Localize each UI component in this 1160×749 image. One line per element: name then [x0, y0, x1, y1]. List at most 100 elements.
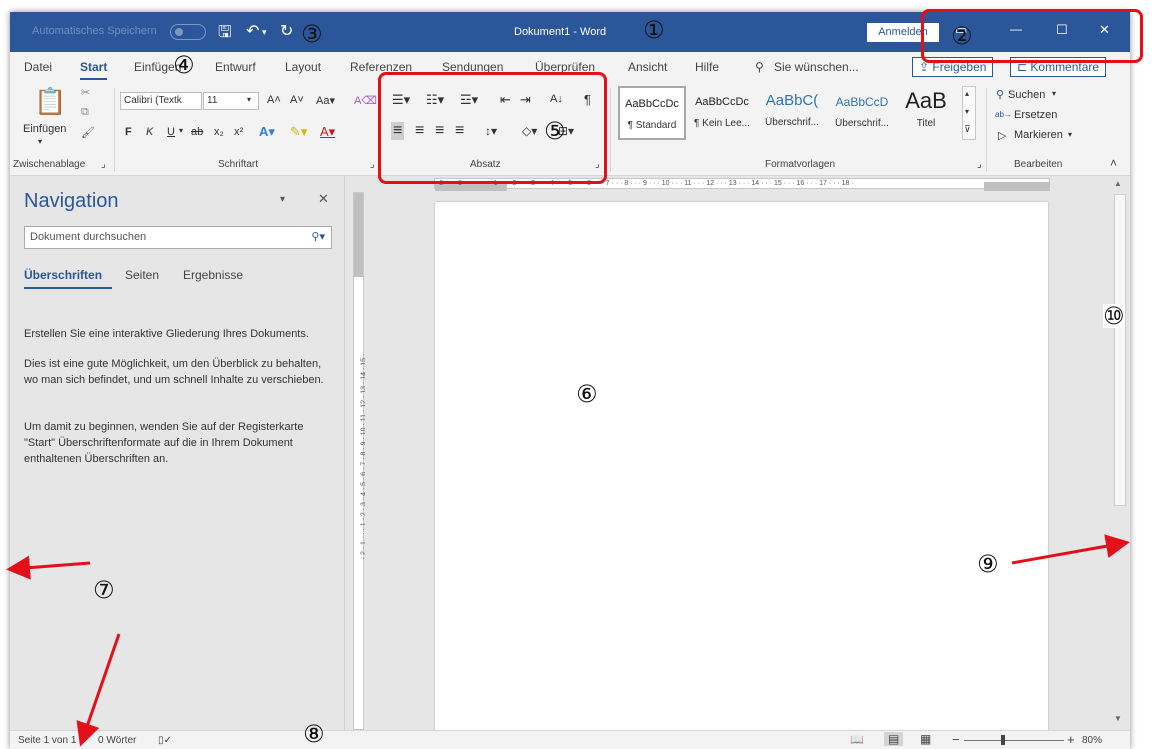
- tell-me-input[interactable]: Sie wünschen...: [774, 60, 859, 74]
- find-dropdown-icon[interactable]: ▾: [1052, 89, 1056, 98]
- navigation-search-input[interactable]: Dokument durchsuchen ⚲▾: [24, 226, 332, 249]
- scrollbar-thumb[interactable]: [1114, 194, 1126, 506]
- grow-font-icon[interactable]: A˄: [267, 94, 281, 106]
- vertical-scrollbar[interactable]: ▲ ▼: [1110, 176, 1130, 730]
- undo-dropdown-icon[interactable]: ▾: [262, 27, 267, 38]
- styles-scroll-up-icon[interactable]: ▴: [965, 89, 969, 98]
- clipboard-group-label: Zwischenablage: [13, 159, 86, 170]
- cut-icon[interactable]: ✂: [81, 86, 90, 99]
- styles-scroll-down-icon[interactable]: ▾: [965, 107, 969, 116]
- paste-icon[interactable]: 📋: [34, 86, 66, 117]
- zoom-slider-thumb[interactable]: [1000, 735, 1005, 745]
- style-name: Überschrif...: [765, 117, 819, 128]
- search-icon[interactable]: ⚲▾: [311, 227, 325, 248]
- active-tab-underline: [24, 287, 112, 289]
- style-heading-2[interactable]: AaBbCcD Überschrif...: [828, 86, 896, 140]
- font-size-value: 11: [207, 95, 218, 106]
- style-preview: AaBbCcDc: [625, 98, 679, 110]
- proofing-icon[interactable]: ▯✓: [158, 735, 172, 746]
- style-preview: AaBbCcDc: [695, 96, 749, 108]
- select-icon[interactable]: ▷: [998, 129, 1006, 142]
- font-launcher-icon[interactable]: ⌟: [370, 159, 375, 170]
- annotation-box-paragraph-group: [378, 72, 607, 184]
- font-name-dropdown[interactable]: Calibri (Textk: [120, 92, 202, 110]
- zoom-level[interactable]: 80%: [1082, 735, 1102, 746]
- replace-icon[interactable]: ab→: [995, 110, 1012, 119]
- underline-dropdown-icon[interactable]: ▾: [179, 126, 183, 135]
- scroll-down-icon[interactable]: ▼: [1114, 714, 1122, 723]
- callout-7: ⑦: [93, 576, 115, 604]
- select-button[interactable]: Markieren: [1014, 129, 1063, 141]
- search-placeholder: Dokument durchsuchen: [30, 231, 147, 243]
- group-divider: [114, 88, 115, 172]
- undo-icon[interactable]: ↶: [246, 21, 259, 41]
- styles-group-label: Formatvorlagen: [765, 159, 836, 170]
- document-page[interactable]: [435, 202, 1048, 732]
- tab-layout[interactable]: Layout: [285, 60, 321, 74]
- vertical-ruler[interactable]: · 2 · 1 · · · 1 · 2 · 3 · 4 · 5 · 6 · 7 …: [353, 192, 368, 730]
- font-size-dropdown-icon[interactable]: ▾: [247, 95, 251, 104]
- save-icon[interactable]: 🖫: [218, 21, 232, 48]
- tell-me-icon[interactable]: ⚲: [755, 60, 764, 74]
- styles-launcher-icon[interactable]: ⌟: [977, 159, 982, 170]
- scroll-up-icon[interactable]: ▲: [1114, 179, 1122, 188]
- zoom-slider[interactable]: [964, 740, 1064, 741]
- zoom-in-button[interactable]: +: [1067, 732, 1075, 747]
- autosave-toggle[interactable]: [170, 24, 206, 40]
- text-effects-icon[interactable]: A▾: [259, 124, 275, 140]
- tab-datei[interactable]: Datei: [24, 60, 52, 74]
- bold-button[interactable]: F: [125, 126, 132, 138]
- tab-ansicht[interactable]: Ansicht: [628, 60, 667, 74]
- replace-button[interactable]: Ersetzen: [1014, 109, 1057, 121]
- paste-button[interactable]: Einfügen: [23, 123, 66, 135]
- superscript-button[interactable]: x²: [234, 126, 243, 138]
- font-color-icon[interactable]: A▾: [320, 124, 335, 140]
- nav-tab-pages[interactable]: Seiten: [125, 268, 159, 282]
- callout-6: ⑥: [576, 380, 598, 408]
- select-dropdown-icon[interactable]: ▾: [1068, 130, 1072, 139]
- redo-icon[interactable]: ↻: [280, 21, 293, 41]
- tab-entwurf[interactable]: Entwurf: [215, 60, 256, 74]
- paste-dropdown-icon[interactable]: ▾: [38, 137, 42, 146]
- read-mode-icon[interactable]: 📖: [850, 733, 864, 746]
- word-count[interactable]: 0 Wörter: [98, 735, 136, 746]
- highlight-icon[interactable]: ✎▾: [290, 124, 307, 140]
- web-layout-icon[interactable]: ▦: [920, 732, 931, 746]
- pane-options-icon[interactable]: ▾: [280, 194, 285, 205]
- toggle-knob: [175, 28, 183, 36]
- style-name: Titel: [916, 118, 936, 129]
- navigation-title: Navigation: [24, 190, 119, 212]
- nav-tab-headings[interactable]: Überschriften: [24, 268, 102, 282]
- find-icon[interactable]: ⚲: [996, 88, 1004, 101]
- clipboard-launcher-icon[interactable]: ⌟: [101, 159, 106, 170]
- subscript-button[interactable]: x₂: [214, 126, 224, 138]
- callout-5: ⑤: [544, 117, 566, 145]
- shrink-font-icon[interactable]: A˅: [290, 94, 304, 106]
- tab-start[interactable]: Start: [80, 60, 108, 80]
- copy-icon[interactable]: ⧉: [81, 106, 89, 119]
- underline-button[interactable]: U: [167, 126, 175, 138]
- page-count[interactable]: Seite 1 von 1: [18, 735, 76, 746]
- font-group-label: Schriftart: [218, 159, 259, 170]
- style-heading-1[interactable]: AaBbC( Überschrif...: [758, 86, 826, 140]
- pane-close-icon[interactable]: ✕: [318, 191, 329, 207]
- italic-button[interactable]: K: [146, 126, 153, 138]
- styles-more-icon[interactable]: ⊽: [964, 124, 971, 135]
- style-preview: AaBbC(: [765, 92, 819, 109]
- style-no-spacing[interactable]: AaBbCcDc ¶ Kein Lee...: [688, 86, 756, 140]
- format-painter-icon[interactable]: 🖌: [81, 126, 95, 139]
- autosave-label: Automatisches Speichern: [32, 25, 157, 37]
- font-name-value: Calibri (Textk: [124, 95, 182, 106]
- tab-hilfe[interactable]: Hilfe: [695, 60, 719, 74]
- clear-formatting-icon[interactable]: A⌫: [354, 94, 377, 107]
- style-standard[interactable]: AaBbCcDc ¶ Standard: [618, 86, 686, 140]
- strikethrough-button[interactable]: ab: [191, 126, 203, 138]
- collapse-ribbon-icon[interactable]: ˄: [1110, 156, 1117, 170]
- style-title[interactable]: AaB Titel: [896, 86, 956, 140]
- zoom-out-button[interactable]: −: [952, 732, 960, 747]
- print-layout-icon[interactable]: ▤: [884, 732, 904, 746]
- find-button[interactable]: Suchen: [1008, 89, 1045, 101]
- change-case-icon[interactable]: Aa▾: [316, 94, 335, 107]
- nav-tab-results[interactable]: Ergebnisse: [183, 268, 243, 282]
- callout-3: ③: [301, 20, 323, 48]
